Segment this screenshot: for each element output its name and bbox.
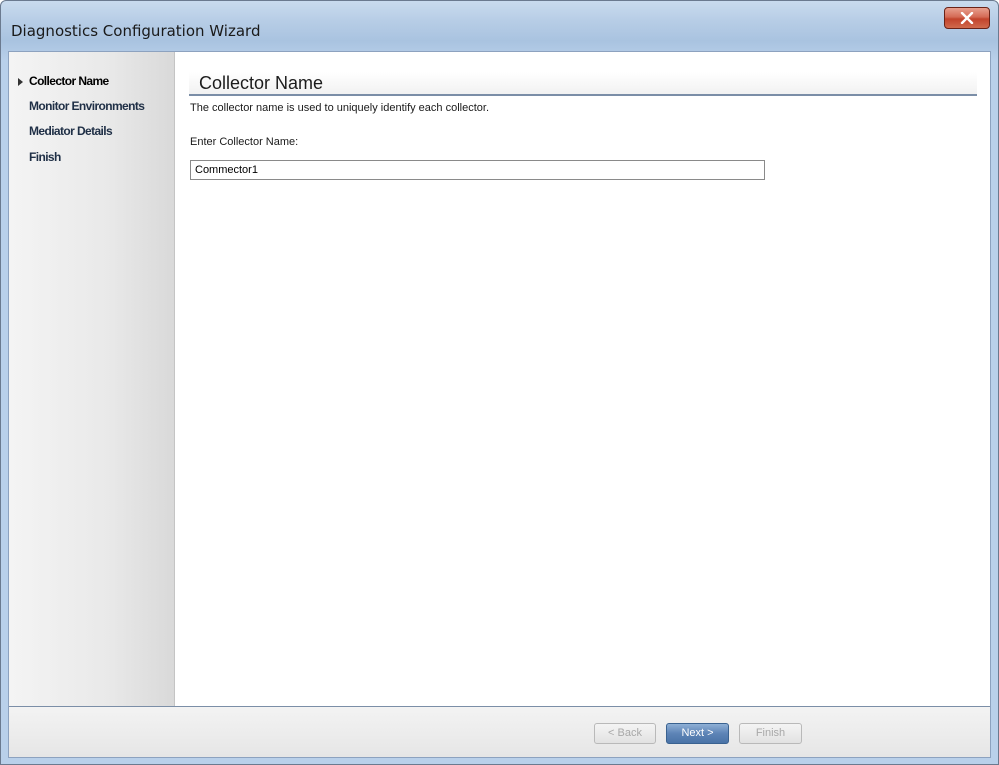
finish-button[interactable]: Finish [739,723,802,744]
wizard-page-content: Collector Name The collector name is use… [175,52,990,706]
step-finish[interactable]: Finish [29,150,61,164]
step-mediator-details[interactable]: Mediator Details [29,124,113,138]
step-collector-name[interactable]: Collector Name [29,74,109,88]
title-bar[interactable]: Diagnostics Configuration Wizard [1,1,998,51]
page-title: Collector Name [189,72,977,96]
back-button[interactable]: < Back [594,723,656,744]
collector-name-input[interactable] [190,160,765,180]
close-icon [960,12,974,24]
current-step-marker-icon [18,78,23,86]
step-monitor-environments[interactable]: Monitor Environments [29,99,145,113]
collector-name-label: Enter Collector Name: [190,136,299,148]
page-description: The collector name is used to uniquely i… [190,102,489,114]
wizard-footer: < Back Next > Finish [9,706,990,757]
next-button[interactable]: Next > [666,723,729,744]
wizard-steps-sidebar: Collector Name Monitor Environments Medi… [9,52,175,706]
wizard-window: Diagnostics Configuration Wizard Collect… [0,0,999,765]
wizard-client-area: Collector Name Monitor Environments Medi… [8,51,991,758]
close-button[interactable] [944,7,990,29]
window-title: Diagnostics Configuration Wizard [11,22,261,40]
